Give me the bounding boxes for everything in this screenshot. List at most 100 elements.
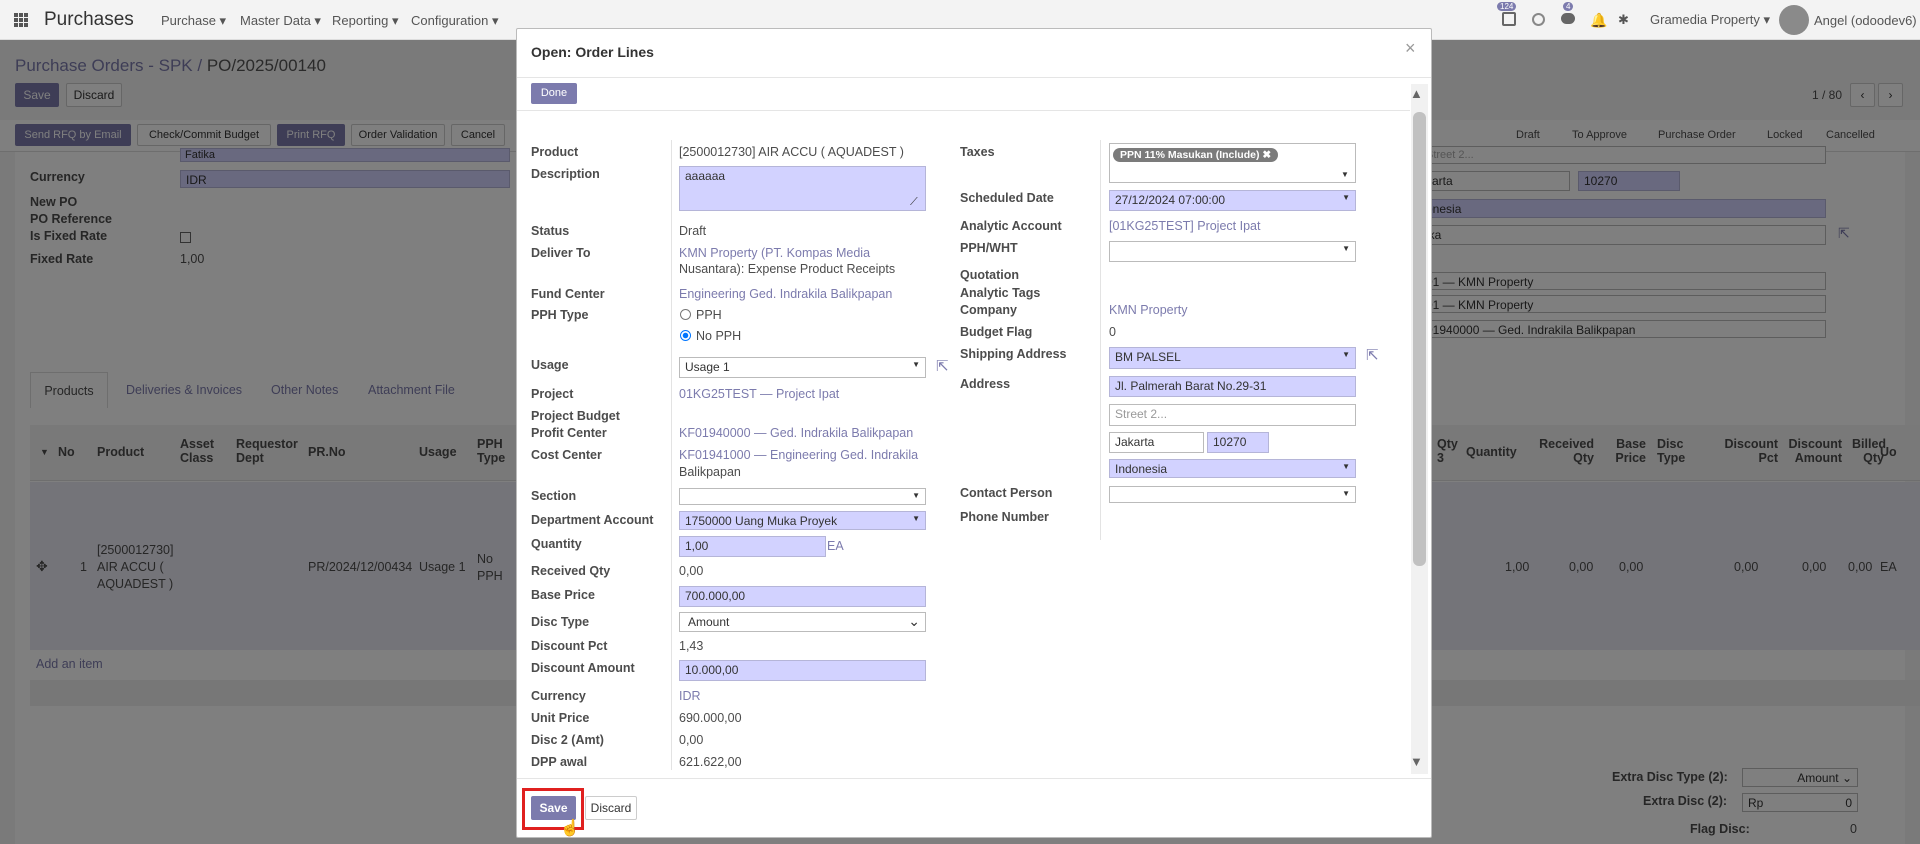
usage-select[interactable]: Usage 1 ▼ — [679, 357, 926, 378]
department-account-label: Department Account — [531, 513, 654, 527]
shipping-external-link-icon[interactable]: ⇱ — [1366, 346, 1379, 364]
status-divider — [517, 110, 1410, 111]
department-account-select[interactable]: 1750000 Uang Muka Proyek ▼ — [679, 511, 926, 530]
profit-center-label: Profit Center — [531, 426, 607, 440]
received-qty-value: 0,00 — [679, 564, 704, 578]
bug-icon[interactable]: ✱ — [1618, 12, 1629, 28]
usage-external-link-icon[interactable]: ⇱ — [936, 357, 949, 375]
disc-type-value: Amount — [688, 615, 730, 629]
discount-pct-value: 1,43 — [679, 639, 704, 653]
dropdown-caret-icon: ▼ — [1342, 489, 1350, 498]
usage-label: Usage — [531, 358, 569, 372]
dropdown-caret-icon[interactable]: ▼ — [1341, 170, 1349, 179]
unit-price-label: Unit Price — [531, 711, 590, 725]
status-value: Draft — [679, 224, 707, 238]
no-pph-radio[interactable] — [680, 330, 691, 341]
quantity-field[interactable]: 1,00 — [679, 536, 826, 557]
bell-icon[interactable]: 🔔 — [1590, 12, 1607, 29]
profit-center-link[interactable]: KF01940000 — Ged. Indrakila Balikpapan — [679, 426, 913, 440]
shipping-address-select[interactable]: BM PALSEL ▼ — [1109, 347, 1356, 369]
cost-center-line2: Balikpapan — [679, 465, 741, 479]
cost-center-label: Cost Center — [531, 448, 602, 462]
analytic-tags-label: Analytic Tags — [960, 286, 1041, 300]
scheduled-date-value: 27/12/2024 07:00:00 — [1115, 193, 1226, 207]
menu-master-data[interactable]: Master Data ▾ — [240, 13, 321, 29]
deliver-to-link[interactable]: KMN Property (PT. Kompas Media — [679, 246, 870, 260]
scroll-down-icon[interactable]: ▼ — [1410, 754, 1423, 769]
deliver-to-label: Deliver To — [531, 246, 591, 260]
address-label: Address — [960, 377, 1011, 391]
usage-value: Usage 1 — [685, 360, 730, 374]
pph-radio[interactable] — [680, 309, 691, 320]
scheduled-date-field[interactable]: 27/12/2024 07:00:00 ▼ — [1109, 190, 1356, 211]
base-price-field[interactable]: 700.000,00 — [679, 586, 926, 607]
apps-menu-icon[interactable] — [14, 13, 28, 27]
menu-purchase[interactable]: Purchase ▾ — [161, 13, 226, 29]
resize-handle-icon[interactable]: ⟋ — [910, 196, 918, 209]
dropdown-caret-icon: ▼ — [912, 514, 920, 523]
project-link[interactable]: 01KG25TEST — Project Ipat — [679, 387, 839, 401]
disc-type-select[interactable]: Amount ⌄ — [679, 612, 926, 632]
currency-link[interactable]: IDR — [679, 689, 701, 703]
project-budget-label: Project Budget — [531, 409, 620, 423]
pph-type-label: PPH Type — [531, 308, 589, 322]
clock-icon[interactable] — [1532, 13, 1545, 26]
product-label: Product — [531, 145, 579, 159]
disc2-label: Disc 2 (Amt) — [531, 733, 604, 747]
menu-label: Configuration — [411, 13, 489, 28]
description-label: Description — [531, 167, 600, 181]
street2-field[interactable]: Street 2... — [1109, 404, 1356, 426]
contact-person-select[interactable]: ▼ — [1109, 486, 1356, 503]
dialog-footer-divider — [517, 778, 1431, 779]
activity-icon[interactable] — [1502, 12, 1516, 26]
country-value: Indonesia — [1115, 462, 1168, 476]
section-label: Section — [531, 489, 577, 503]
pph-radio-label[interactable]: PPH — [696, 308, 722, 322]
scroll-thumb[interactable] — [1413, 112, 1426, 566]
tax-tag[interactable]: PPN 11% Masukan (Include) ✖ — [1113, 148, 1279, 162]
country-select[interactable]: Indonesia ▼ — [1109, 459, 1356, 478]
company-switcher[interactable]: Gramedia Property ▾ — [1650, 12, 1770, 28]
pph-wht-select[interactable]: ▼ — [1109, 241, 1356, 262]
product-value: [2500012730] AIR ACCU ( AQUADEST ) — [679, 145, 904, 159]
messages-icon[interactable] — [1561, 13, 1575, 24]
remove-tag-icon[interactable]: ✖ — [1262, 149, 1271, 161]
dialog-header-divider — [517, 77, 1431, 78]
dpp-awal-label: DPP awal — [531, 755, 588, 769]
discount-amount-label: Discount Amount — [531, 661, 635, 675]
analytic-account-link[interactable]: [01KG25TEST] Project Ipat — [1109, 219, 1260, 233]
cost-center-link[interactable]: KF01941000 — Engineering Ged. Indrakila — [679, 448, 918, 462]
company-link[interactable]: KMN Property — [1109, 303, 1188, 317]
city-field[interactable]: Jakarta — [1109, 432, 1204, 453]
user-name[interactable]: Angel (odoodev6) — [1814, 13, 1917, 28]
menu-configuration[interactable]: Configuration ▾ — [411, 13, 498, 29]
menu-reporting[interactable]: Reporting ▾ — [332, 13, 399, 29]
description-field[interactable]: aaaaaa — [679, 166, 926, 211]
street-field[interactable]: Jl. Palmerah Barat No.29-31 — [1109, 376, 1356, 397]
close-icon[interactable]: × — [1405, 38, 1416, 59]
budget-flag-label: Budget Flag — [960, 325, 1033, 339]
scroll-up-icon[interactable]: ▲ — [1410, 86, 1423, 101]
no-pph-radio-label[interactable]: No PPH — [696, 329, 741, 343]
dpp-awal-value: 621.622,00 — [679, 755, 742, 769]
dialog-discard-button[interactable]: Discard — [585, 796, 637, 820]
dialog-save-button[interactable]: Save — [531, 796, 576, 820]
discount-pct-label: Discount Pct — [531, 639, 608, 653]
scheduled-date-label: Scheduled Date — [960, 191, 1054, 205]
pph-wht-label: PPH/WHT — [960, 241, 1018, 255]
app-title[interactable]: Purchases — [44, 9, 134, 31]
fund-center-link[interactable]: Engineering Ged. Indrakila Balikpapan — [679, 287, 892, 301]
section-select[interactable]: ▼ — [679, 488, 926, 505]
done-button[interactable]: Done — [531, 83, 577, 104]
avatar[interactable] — [1779, 5, 1809, 35]
column-divider-right — [1100, 140, 1101, 540]
quantity-label: Quantity — [531, 537, 582, 551]
phone-number-label: Phone Number — [960, 510, 1049, 524]
company-label: Company — [960, 303, 1017, 317]
discount-amount-field[interactable]: 10.000,00 — [679, 660, 926, 681]
fund-center-label: Fund Center — [531, 287, 605, 301]
dropdown-caret-icon: ▼ — [912, 360, 920, 369]
uom-link[interactable]: EA — [827, 539, 844, 553]
zip-field[interactable]: 10270 — [1207, 432, 1269, 453]
chevron-down-icon: ⌄ — [908, 613, 920, 629]
